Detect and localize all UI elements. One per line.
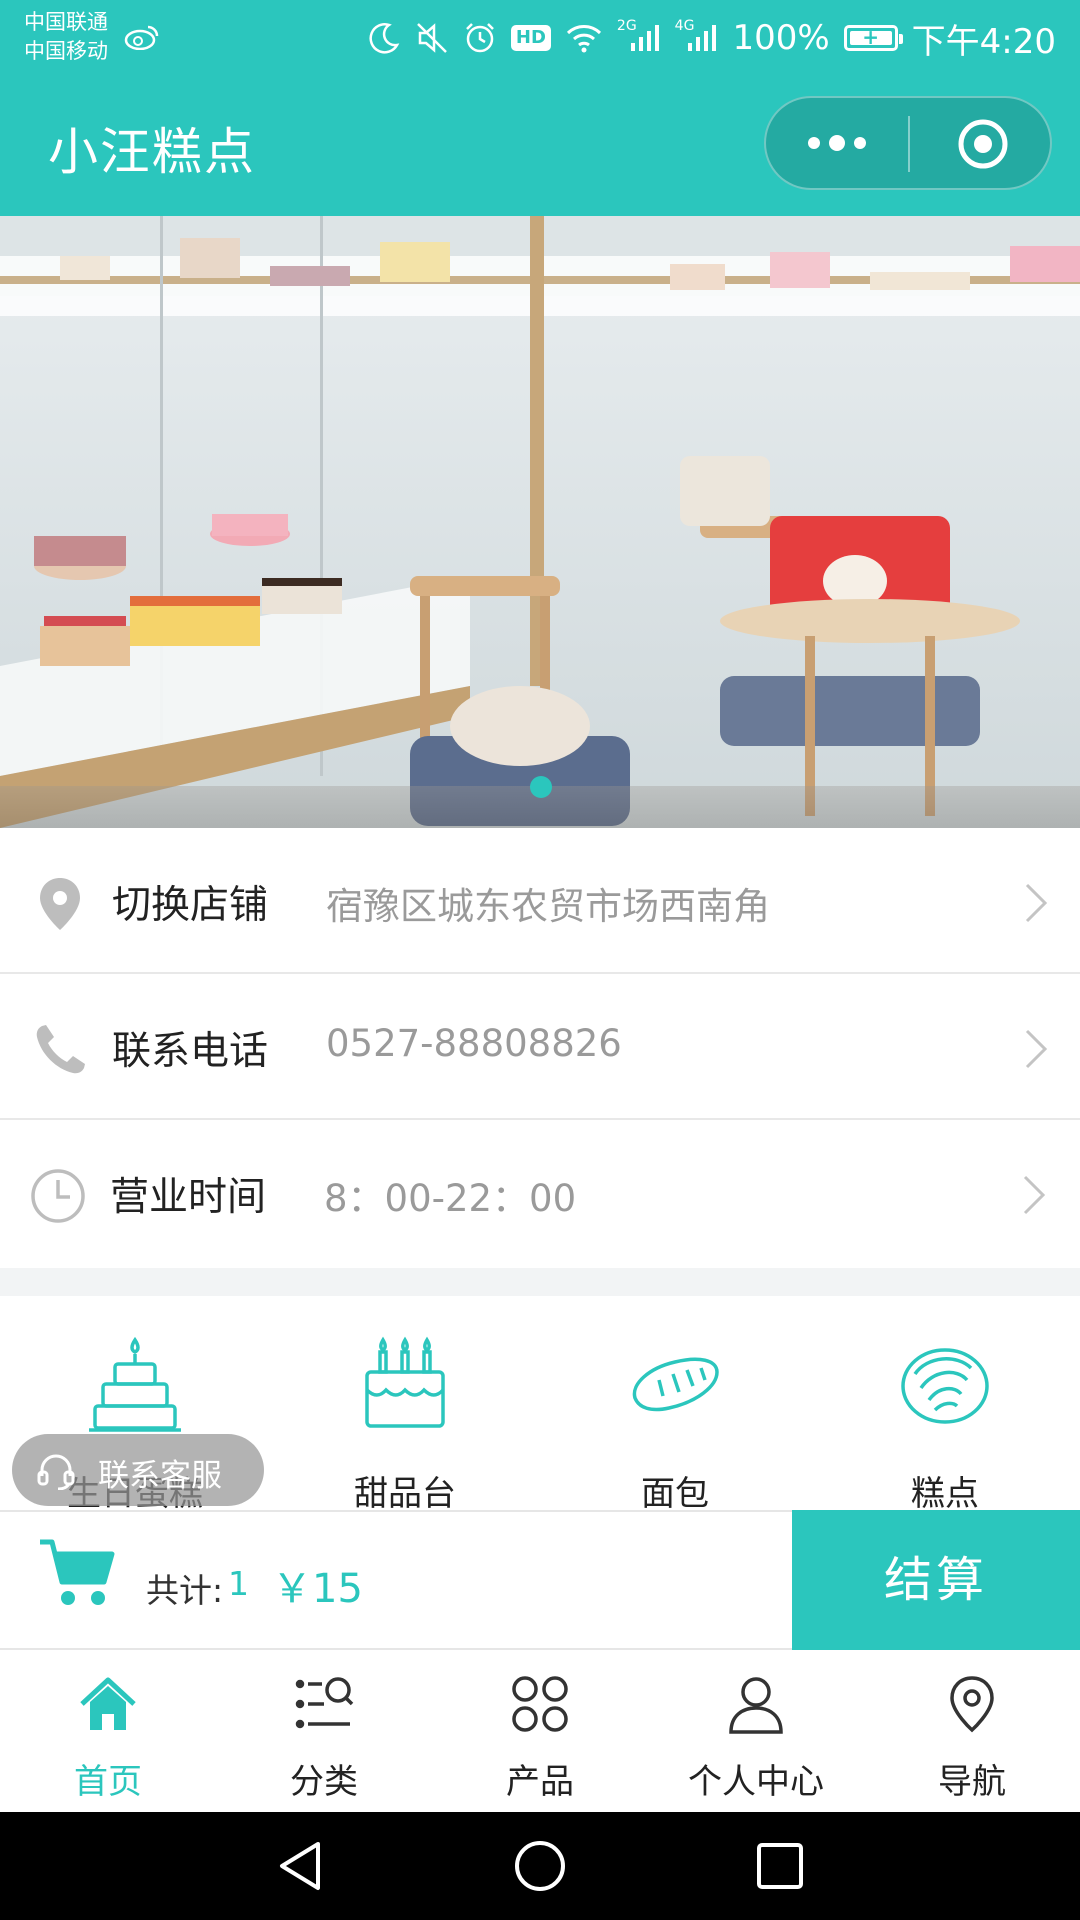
carousel-dot-active[interactable]: [530, 776, 552, 798]
store-address: 宿豫区城东农贸市场西南角: [326, 885, 770, 928]
carrier-info: 中国联通 中国移动: [24, 8, 108, 66]
checkout-button[interactable]: 结算: [792, 1510, 1080, 1650]
tab-navigation[interactable]: 导航: [864, 1650, 1080, 1812]
signal-icon-1: 2G: [617, 18, 661, 53]
signal-icon-2: 4G: [675, 18, 719, 53]
profile-icon: [726, 1674, 786, 1734]
switch-store-row[interactable]: 切换店铺 宿豫区城东农贸市场西南角: [0, 828, 1080, 974]
tab-profile[interactable]: 个人中心: [648, 1650, 864, 1812]
weibo-icon: [124, 24, 160, 54]
chevron-right-icon: [1022, 1026, 1050, 1072]
contact-phone-row[interactable]: 联系电话 0527-88808826: [0, 974, 1080, 1120]
capsule-divider: [908, 116, 910, 172]
back-icon[interactable]: [272, 1838, 328, 1894]
more-dots-icon[interactable]: [802, 122, 872, 164]
banner-image: [0, 216, 1080, 828]
battery-icon: +: [843, 25, 903, 51]
shopping-cart-icon[interactable]: [38, 1536, 118, 1610]
tab-bar: 首页 分类 产品 个人中心 导航: [0, 1650, 1080, 1812]
miniprogram-capsule: [764, 96, 1052, 190]
cart-total-price: ￥15: [272, 1566, 363, 1612]
tab-label: 分类: [290, 1762, 358, 1802]
mute-icon: [415, 21, 449, 55]
network-type-1: 2G: [616, 18, 637, 34]
products-icon: [510, 1674, 570, 1734]
tab-label: 首页: [74, 1762, 142, 1802]
location-pin-icon: [942, 1674, 1002, 1734]
chevron-right-icon: [1020, 1172, 1048, 1218]
tab-label: 产品: [506, 1762, 574, 1802]
tab-label: 导航: [938, 1762, 1006, 1802]
clock-icon: [26, 1164, 90, 1228]
nav-bar: 小汪糕点: [0, 76, 1080, 216]
home-icon: [78, 1674, 138, 1734]
birthday-cake-icon: [85, 1334, 185, 1434]
alarm-icon: [463, 21, 497, 55]
business-hours-label: 营业时间: [110, 1175, 267, 1220]
phone-number: 0527-88808826: [326, 1022, 622, 1065]
carrier-2: 中国移动: [24, 39, 108, 63]
recents-square-icon[interactable]: [752, 1838, 808, 1894]
moon-icon: [367, 21, 401, 55]
category-label: 面包: [641, 1474, 709, 1514]
page-title: 小汪糕点: [48, 123, 256, 181]
category-dessert-table[interactable]: 甜品台: [270, 1296, 540, 1514]
category-icon: [294, 1674, 354, 1734]
category-label: 糕点: [911, 1474, 979, 1514]
total-label: 共计:: [146, 1571, 224, 1610]
customer-service-label: 联系客服: [98, 1458, 222, 1494]
banner-carousel[interactable]: [0, 216, 1080, 828]
hd-badge: HD: [510, 25, 551, 51]
category-bread[interactable]: 面包: [540, 1296, 810, 1514]
section-divider: [0, 1268, 1080, 1296]
cart-bar: 共计: 1 ￥15 结算: [0, 1510, 1080, 1650]
cart-count: 1: [228, 1564, 249, 1603]
carrier-1: 中国联通: [24, 10, 108, 34]
category-pastry[interactable]: 糕点: [810, 1296, 1080, 1514]
status-bar: 中国联通 中国移动 HD 2G 4G 100% + 下午4:20: [0, 0, 1080, 76]
network-type-2: 4G: [674, 18, 695, 34]
headset-icon: [36, 1452, 76, 1491]
clock: 下午4:20: [911, 21, 1056, 62]
tab-home[interactable]: 首页: [0, 1650, 216, 1812]
map-pin-icon: [28, 872, 92, 936]
system-navigation-bar: [0, 1812, 1080, 1920]
business-hours-row[interactable]: 营业时间 8：00-22：00: [0, 1120, 1080, 1268]
chevron-right-icon: [1022, 880, 1050, 926]
tab-products[interactable]: 产品: [432, 1650, 648, 1812]
customer-service-button[interactable]: 联系客服: [12, 1434, 264, 1506]
dessert-table-icon: [355, 1334, 455, 1434]
home-circle-icon[interactable]: [512, 1838, 568, 1894]
tab-label: 个人中心: [688, 1762, 824, 1802]
close-target-icon[interactable]: [956, 117, 1010, 171]
tab-category[interactable]: 分类: [216, 1650, 432, 1812]
phone-icon: [28, 1018, 92, 1082]
switch-store-label: 切换店铺: [112, 883, 269, 928]
business-hours: 8：00-22：00: [324, 1177, 577, 1220]
wifi-icon: [565, 22, 603, 54]
battery-percent: 100%: [732, 18, 830, 58]
category-label: 甜品台: [354, 1474, 456, 1514]
bread-icon: [625, 1334, 725, 1434]
contact-phone-label: 联系电话: [112, 1029, 269, 1074]
pastry-icon: [895, 1334, 995, 1434]
